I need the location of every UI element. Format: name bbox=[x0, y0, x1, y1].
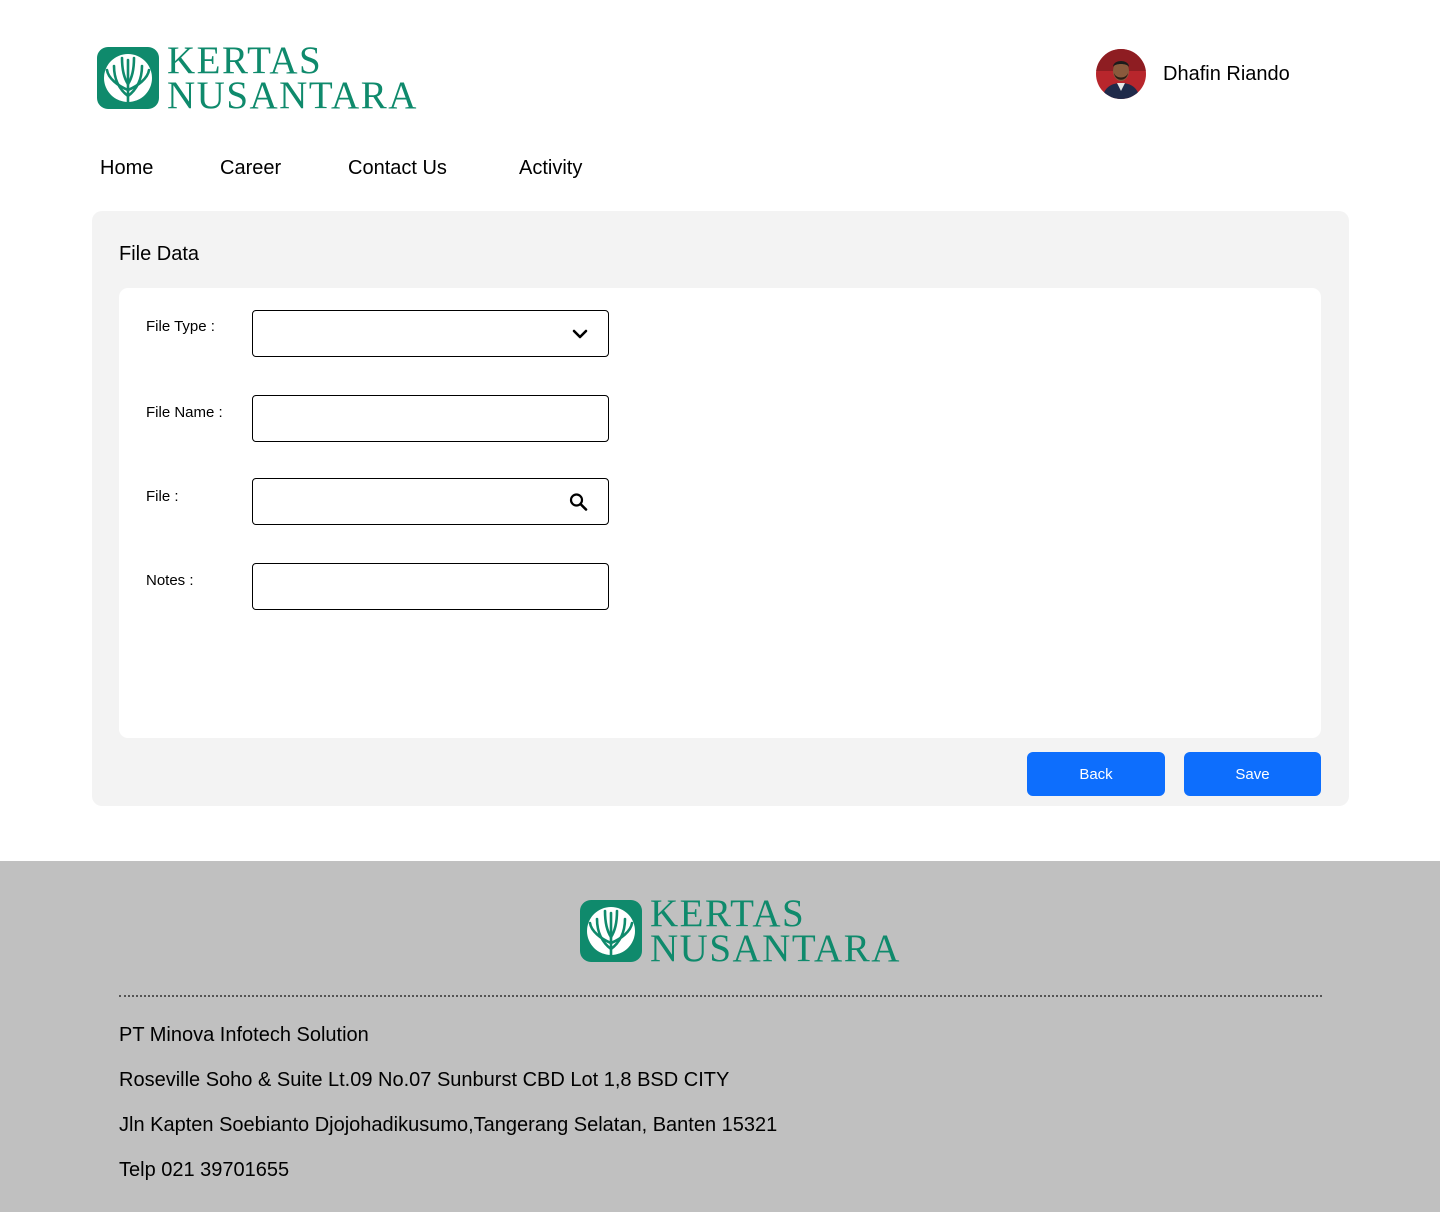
brand-line-2: NUSANTARA bbox=[650, 927, 901, 970]
file-type-label: File Type : bbox=[146, 318, 215, 335]
file-name-label: File Name : bbox=[146, 404, 223, 421]
avatar[interactable] bbox=[1096, 49, 1146, 99]
file-type-value[interactable] bbox=[253, 311, 608, 356]
brand-line-1: KERTAS bbox=[167, 39, 323, 82]
file-data-panel: File Data File Type : File Name : File : bbox=[92, 211, 1349, 806]
footer-phone: Telp 021 39701655 bbox=[119, 1159, 290, 1181]
file-label: File : bbox=[146, 488, 179, 505]
back-button[interactable]: Back bbox=[1027, 752, 1165, 796]
brand-line-1: KERTAS bbox=[650, 892, 806, 935]
nav-career[interactable]: Career bbox=[220, 157, 281, 180]
file-name-input[interactable] bbox=[253, 396, 608, 441]
footer-brand-name: KERTAS NUSANTARA bbox=[650, 892, 901, 970]
brand-line-2: NUSANTARA bbox=[167, 74, 418, 117]
footer-divider bbox=[119, 995, 1322, 997]
notes-label: Notes : bbox=[146, 572, 194, 589]
page-title: File Data bbox=[119, 243, 200, 265]
footer-address-1: Roseville Soho & Suite Lt.09 No.07 Sunbu… bbox=[119, 1069, 730, 1091]
nav-home[interactable]: Home bbox=[100, 157, 153, 180]
file-picker-field[interactable] bbox=[252, 478, 609, 525]
user-name: Dhafin Riando bbox=[1163, 62, 1290, 85]
brand-name: KERTAS NUSANTARA bbox=[167, 39, 418, 117]
file-type-select[interactable] bbox=[252, 310, 609, 357]
save-button[interactable]: Save bbox=[1184, 752, 1321, 796]
chevron-down-icon[interactable] bbox=[572, 329, 588, 339]
user-profile[interactable]: Dhafin Riando bbox=[1096, 49, 1290, 99]
search-icon[interactable] bbox=[569, 492, 588, 511]
footer-company: PT Minova Infotech Solution bbox=[119, 1024, 369, 1046]
nav-contact-us[interactable]: Contact Us bbox=[348, 157, 447, 180]
form-card: File Type : File Name : File : Notes: bbox=[119, 288, 1321, 738]
notes-field[interactable] bbox=[252, 563, 609, 610]
leaf-logo-icon bbox=[580, 900, 642, 962]
nav-activity[interactable]: Activity bbox=[519, 157, 582, 180]
notes-input[interactable] bbox=[253, 564, 608, 609]
file-input[interactable] bbox=[253, 479, 608, 524]
header-logo[interactable]: KERTAS NUSANTARA bbox=[97, 39, 418, 117]
leaf-logo-icon bbox=[97, 47, 159, 109]
file-name-field[interactable] bbox=[252, 395, 609, 442]
footer-address-2: Jln Kapten Soebianto Djojohadikusumo,Tan… bbox=[119, 1114, 778, 1136]
footer-logo[interactable]: KERTAS NUSANTARA bbox=[580, 892, 901, 970]
